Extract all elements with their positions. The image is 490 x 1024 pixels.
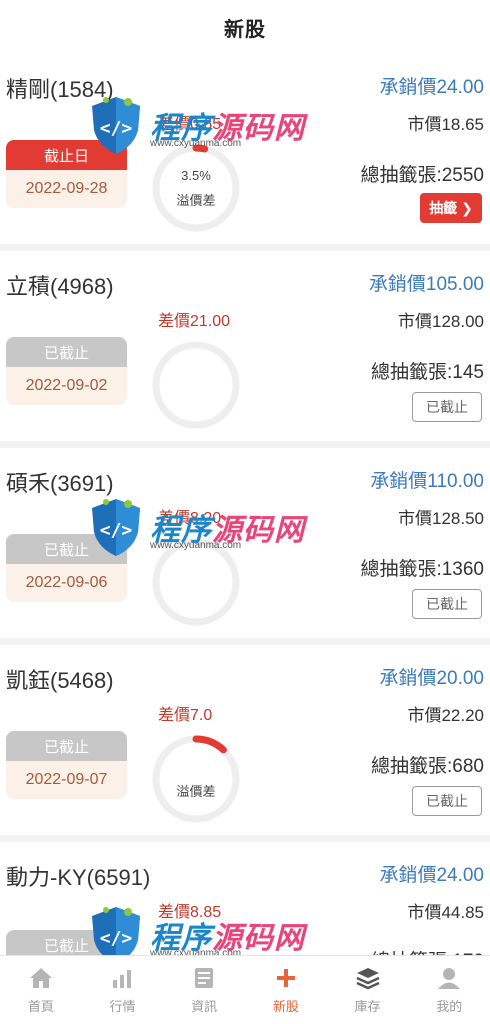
price-diff: 差價0.65: [158, 116, 222, 133]
stock-name: 凱鈺(5468): [6, 668, 114, 693]
premium-percent: 3.5%: [181, 168, 211, 183]
news-icon: [191, 966, 217, 990]
tab-label: 首頁: [27, 998, 54, 1014]
deadline-date: 2022-09-06: [6, 564, 127, 602]
tab-news[interactable]: 資訊: [163, 956, 245, 1024]
total-lots: 總抽籤張:145: [371, 362, 484, 383]
ipo-card[interactable]: 碩禾(3691) 差價8.20 已截止 2022-09-06 承銷價110.00…: [0, 448, 490, 638]
price-diff: 差價21.00: [158, 313, 231, 330]
underwriting-price: 承銷價24.00: [379, 865, 484, 886]
price-diff: 差價8.85: [158, 904, 222, 921]
deadline-date: 2022-09-28: [6, 170, 127, 208]
market-price: 市價128.00: [398, 312, 484, 331]
market-price: 市價44.85: [407, 903, 484, 922]
underwriting-price: 承銷價24.00: [379, 77, 484, 98]
status-badge: 截止日: [6, 140, 127, 170]
market-price: 市價18.65: [407, 115, 484, 134]
ipo-card[interactable]: 立積(4968) 差價21.00 已截止 2022-09-02 承銷價105.0…: [0, 251, 490, 441]
tab-new-stock[interactable]: 新股: [245, 956, 327, 1024]
market-price: 市價22.20: [407, 706, 484, 725]
chart-icon: [110, 966, 136, 990]
total-lots: 總抽籤張:680: [371, 756, 484, 777]
top-bar: 新股: [0, 0, 490, 54]
total-lots: 總抽籤張:1360: [360, 559, 484, 580]
market-price: 市價128.50: [398, 509, 484, 528]
underwriting-price: 承銷價110.00: [370, 471, 484, 492]
page-title: 新股: [224, 18, 266, 41]
underwriting-price: 承銷價105.00: [368, 274, 484, 295]
user-icon: [436, 966, 462, 990]
ipo-card[interactable]: 精剛(1584) 差價0.65 截止日 2022-09-28 3.5% 溢價差 …: [0, 54, 490, 244]
premium-ring: [152, 144, 240, 232]
tab-profile[interactable]: 我的: [408, 956, 490, 1024]
bottom-tab-bar: 首頁 行情 資訊 新股 庫存 我的: [0, 955, 490, 1024]
layers-icon: [355, 966, 381, 990]
tab-label: 資訊: [191, 998, 218, 1014]
status-badge: 已截止: [6, 337, 127, 367]
stock-name: 立積(4968): [6, 274, 114, 299]
home-icon: [28, 966, 54, 990]
draw-lots-button[interactable]: 抽籤 ❯: [420, 193, 482, 223]
status-badge: 已截止: [6, 731, 127, 761]
tab-inventory[interactable]: 庫存: [327, 956, 409, 1024]
premium-ring: [152, 341, 240, 429]
stock-name: 精剛(1584): [6, 77, 114, 102]
deadline-date: 2022-09-02: [6, 367, 127, 405]
tab-label: 行情: [109, 998, 136, 1014]
tab-label: 庫存: [354, 998, 381, 1014]
premium-ring: [152, 735, 240, 823]
tab-home[interactable]: 首頁: [0, 956, 82, 1024]
premium-caption: 溢價差: [176, 193, 216, 208]
closed-button[interactable]: 已截止: [412, 589, 482, 619]
new-stock-icon: [273, 966, 299, 990]
closed-button[interactable]: 已截止: [412, 392, 482, 422]
tab-label: 新股: [272, 998, 299, 1014]
tab-market[interactable]: 行情: [82, 956, 164, 1024]
tab-label: 我的: [436, 998, 463, 1014]
stock-name: 碩禾(3691): [6, 471, 114, 496]
ipo-card[interactable]: 凱鈺(5468) 差價7.0 已截止 2022-09-07 溢價差 承銷價20.…: [0, 645, 490, 835]
status-badge: 已截止: [6, 534, 127, 564]
premium-ring: [152, 538, 240, 626]
premium-caption: 溢價差: [176, 784, 216, 799]
deadline-date: 2022-09-07: [6, 761, 127, 799]
price-diff: 差價7.0: [158, 707, 213, 724]
closed-button[interactable]: 已截止: [412, 786, 482, 816]
price-diff: 差價8.20: [158, 510, 222, 527]
underwriting-price: 承銷價20.00: [379, 668, 484, 689]
total-lots: 總抽籤張:2550: [360, 165, 484, 186]
stock-name: 動力-KY(6591): [6, 865, 151, 890]
